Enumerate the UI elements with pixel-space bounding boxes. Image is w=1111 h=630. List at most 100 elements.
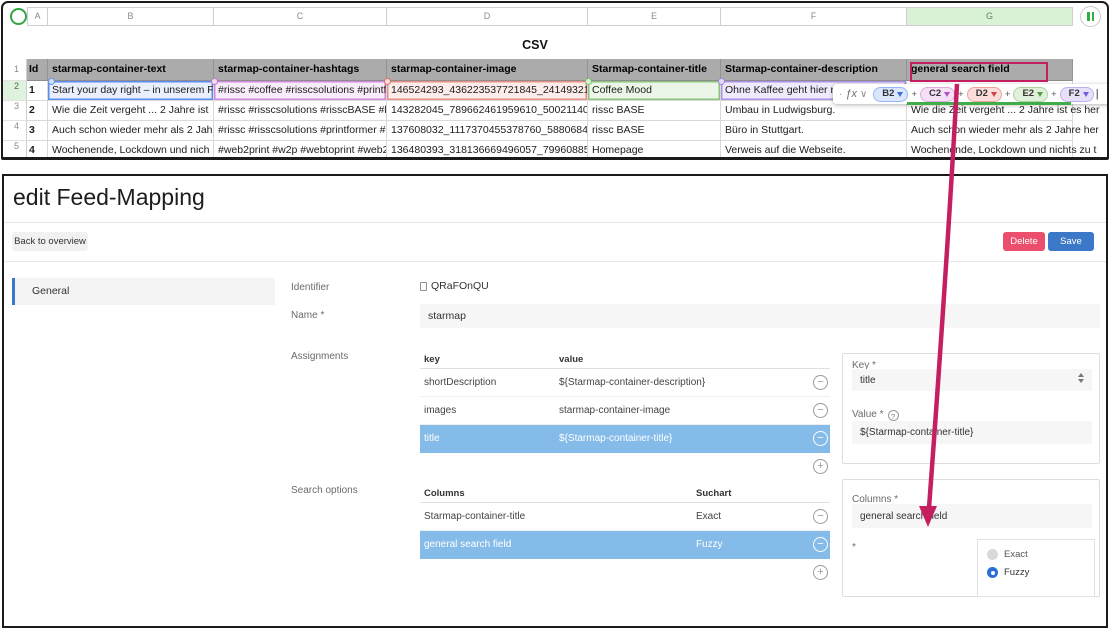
save-button[interactable]: Save xyxy=(1048,232,1094,251)
radio-unselected-icon[interactable] xyxy=(987,549,998,560)
annotation-highlight-box xyxy=(910,62,1048,82)
range-handle-dot[interactable] xyxy=(384,78,391,85)
cell-title[interactable]: Homepage xyxy=(588,141,721,160)
cell-title[interactable]: Coffee Mood xyxy=(588,81,721,101)
range-handle-dot[interactable] xyxy=(48,78,55,85)
row-number[interactable]: 3 xyxy=(3,101,27,121)
remove-row-button[interactable]: − xyxy=(813,431,828,446)
name-label: Name * xyxy=(291,310,324,321)
add-row-button[interactable]: + xyxy=(813,459,828,474)
table-row[interactable]: images starmap-container-image − xyxy=(420,397,830,425)
add-row-container: + xyxy=(420,453,830,479)
header-title[interactable]: Starmap-container-title xyxy=(588,59,721,81)
formula-plus: + xyxy=(911,89,917,100)
formula-token-e2[interactable]: E2 xyxy=(1013,87,1048,102)
cell-text[interactable]: Auch schon wieder mehr als 2 Jah xyxy=(48,121,214,141)
row-number[interactable]: 5 xyxy=(3,141,27,160)
row-number[interactable]: 1 xyxy=(3,59,27,81)
delete-button[interactable]: Delete xyxy=(1003,232,1045,251)
record-icon[interactable] xyxy=(10,8,27,25)
cell-hashtags[interactable]: #web2print #w2p #webtoprint #web2 xyxy=(214,141,387,160)
row-number[interactable]: 2 xyxy=(3,81,27,101)
formula-token-f2[interactable]: F2 xyxy=(1060,87,1094,102)
header-image[interactable]: starmap-container-image xyxy=(387,59,588,81)
search-options-label: Search options xyxy=(291,485,358,496)
cell-text[interactable]: Wochenende, Lockdown und nich xyxy=(48,141,214,160)
formula-plus: + xyxy=(1051,89,1057,100)
radio-fuzzy[interactable]: Fuzzy xyxy=(987,567,1029,578)
name-field[interactable]: starmap xyxy=(420,304,1100,328)
remove-row-button[interactable]: − xyxy=(813,537,828,552)
formula-token-c2[interactable]: C2 xyxy=(920,87,955,102)
value-field[interactable]: ${Starmap-container-title} xyxy=(852,421,1092,444)
key-select[interactable]: title xyxy=(852,369,1092,391)
cell-hashtags[interactable]: #rissc #risscsolutions #printformer #p xyxy=(214,121,387,141)
formula-plus: + xyxy=(1005,89,1011,100)
cell-search[interactable]: Wochenende, Lockdown und nichts zu t xyxy=(907,141,1073,160)
radio-selected-icon[interactable] xyxy=(987,567,998,578)
spreadsheet-window: A B C D E F G CSV 1 Id starmap-container… xyxy=(1,1,1109,160)
table-row-selected[interactable]: title ${Starmap-container-title} − xyxy=(420,425,830,453)
cell-text[interactable]: Wie die Zeit vergeht ... 2 Jahre ist xyxy=(48,101,214,121)
sidebar-item-general[interactable]: General xyxy=(12,278,275,305)
cell-image[interactable]: 137608032_1117370455378760_5880684 xyxy=(387,121,588,141)
header-id[interactable]: Id xyxy=(27,59,48,81)
divider xyxy=(4,222,1106,223)
header-hashtags[interactable]: starmap-container-hashtags xyxy=(214,59,387,81)
formula-editor[interactable]: · ƒx ∨ B2 + C2 + D2 + E2 + F2 | xyxy=(833,84,1109,104)
column-letter-a[interactable]: A xyxy=(27,7,48,26)
columns-field[interactable]: general search field xyxy=(852,504,1092,528)
cell-text[interactable]: Start your day right – in unserem F xyxy=(48,81,214,101)
sheet-title: CSV xyxy=(3,38,1067,52)
range-handle-dot[interactable] xyxy=(718,78,725,85)
cell-description[interactable]: Verweis auf die Webseite. xyxy=(721,141,907,160)
back-to-overview-button[interactable]: Back to overview xyxy=(12,232,88,251)
cell-title[interactable]: rissc BASE xyxy=(588,101,721,121)
cell-image[interactable]: 136480393_318136669496057_79960885 xyxy=(387,141,588,160)
divider xyxy=(4,261,1106,262)
columns-column-header: Columns xyxy=(424,485,465,503)
table-row-selected[interactable]: general search field Fuzzy − xyxy=(420,531,830,559)
remove-row-button[interactable]: − xyxy=(813,375,828,390)
column-letter-d[interactable]: D xyxy=(387,7,588,26)
header-description[interactable]: Starmap-container-description xyxy=(721,59,907,81)
column-letter-f[interactable]: F xyxy=(721,7,907,26)
column-letter-c[interactable]: C xyxy=(214,7,387,26)
remove-row-button[interactable]: − xyxy=(813,509,828,524)
cell-id[interactable]: 4 xyxy=(27,141,48,160)
key-column-header: key xyxy=(424,351,440,369)
cell-image[interactable]: 146524293_436223537721845_24149321 xyxy=(387,81,588,101)
select-stepper-icon xyxy=(1078,373,1084,383)
chevron-down-icon xyxy=(897,92,903,97)
column-letter-b[interactable]: B xyxy=(48,7,214,26)
cell-hashtags[interactable]: #rissc #risscsolutions #risscBASE #lu xyxy=(214,101,387,121)
column-letter-bar: A B C D E F G xyxy=(27,7,1073,26)
add-row-button[interactable]: + xyxy=(813,565,828,580)
header-text[interactable]: starmap-container-text xyxy=(48,59,214,81)
cell-description[interactable]: Umbau in Ludwigsburg. xyxy=(721,101,907,121)
cell-image[interactable]: 143282045_789662461959610_50021140 xyxy=(387,101,588,121)
formula-token-b2[interactable]: B2 xyxy=(873,87,908,102)
cell-id[interactable]: 2 xyxy=(27,101,48,121)
formula-token-d2[interactable]: D2 xyxy=(967,87,1002,102)
column-letter-e[interactable]: E xyxy=(588,7,721,26)
row-number[interactable]: 4 xyxy=(3,121,27,141)
range-handle-dot[interactable] xyxy=(585,78,592,85)
cell-search[interactable]: Auch schon wieder mehr als 2 Jahre her xyxy=(907,121,1073,141)
table-row[interactable]: Starmap-container-title Exact − xyxy=(420,503,830,531)
column-letter-g[interactable]: G xyxy=(907,7,1073,26)
cell-id[interactable]: 1 xyxy=(27,81,48,101)
cell-description[interactable]: Büro in Stuttgart. xyxy=(721,121,907,141)
remove-row-button[interactable]: − xyxy=(813,403,828,418)
table-row[interactable]: shortDescription ${Starmap-container-des… xyxy=(420,369,830,397)
active-cell-underline xyxy=(907,102,1071,105)
cell-hashtags[interactable]: #rissc #coffee #risscsolutions #printfo xyxy=(214,81,387,101)
cell-id[interactable]: 3 xyxy=(27,121,48,141)
radio-exact[interactable]: Exact xyxy=(987,549,1028,560)
help-icon[interactable]: ? xyxy=(888,410,899,421)
chevron-down-icon xyxy=(1037,92,1043,97)
cell-title[interactable]: rissc BASE xyxy=(588,121,721,141)
copy-icon[interactable] xyxy=(420,282,427,291)
pause-icon[interactable] xyxy=(1080,6,1101,27)
range-handle-dot[interactable] xyxy=(211,78,218,85)
